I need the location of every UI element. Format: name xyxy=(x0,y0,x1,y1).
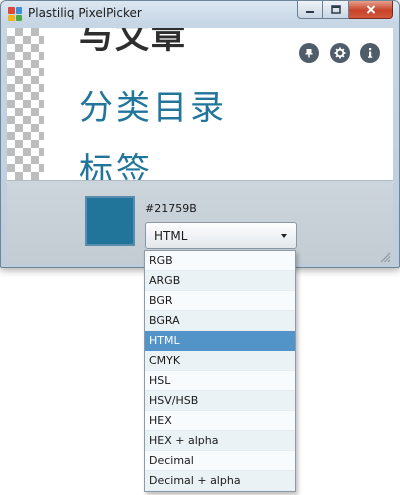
window-title: Plastiliq PixelPicker xyxy=(28,6,142,20)
pin-icon xyxy=(305,49,313,58)
magnified-text-line: 与文章 xyxy=(79,28,187,57)
magnified-text-line: 分类目录 xyxy=(79,88,227,128)
format-option[interactable]: HSV/HSB xyxy=(145,391,295,411)
format-option[interactable]: Decimal xyxy=(145,451,295,471)
app-window: Plastiliq PixelPicker 与文章 分类目录 标签 #21759… xyxy=(0,0,400,268)
format-option-selected[interactable]: HTML xyxy=(145,331,295,351)
resize-grip-icon[interactable] xyxy=(379,251,391,263)
format-select-value: HTML xyxy=(154,228,188,243)
format-option[interactable]: RGB xyxy=(145,251,295,271)
maximize-icon xyxy=(330,5,341,14)
close-icon xyxy=(366,5,375,14)
gear-icon xyxy=(334,47,346,59)
info-icon xyxy=(368,48,373,58)
magnifier-view[interactable]: 与文章 分类目录 标签 #21759B HTML xyxy=(7,28,393,264)
title-bar[interactable]: Plastiliq PixelPicker xyxy=(1,1,399,27)
minimize-button[interactable] xyxy=(297,1,323,19)
format-option[interactable]: HEX xyxy=(145,411,295,431)
format-dropdown-list: RGB ARGB BGR BGRA HTML CMYK HSL HSV/HSB … xyxy=(144,250,296,492)
chevron-down-icon xyxy=(281,234,287,238)
caption-buttons xyxy=(297,1,393,20)
pin-button[interactable] xyxy=(299,43,319,63)
minimize-icon xyxy=(306,10,314,13)
transparency-checkerboard xyxy=(7,28,44,180)
format-option[interactable]: BGRA xyxy=(145,311,295,331)
format-option[interactable]: BGR xyxy=(145,291,295,311)
format-select[interactable]: HTML xyxy=(145,222,297,249)
app-logo-icon xyxy=(8,7,22,21)
format-option[interactable]: ARGB xyxy=(145,271,295,291)
format-option[interactable]: CMYK xyxy=(145,351,295,371)
format-option[interactable]: HEX + alpha xyxy=(145,431,295,451)
info-button[interactable] xyxy=(360,43,380,63)
format-option[interactable]: HSL xyxy=(145,371,295,391)
color-swatch xyxy=(85,196,135,246)
settings-button[interactable] xyxy=(330,43,350,63)
color-value-text[interactable]: #21759B xyxy=(145,202,197,215)
format-option[interactable]: Decimal + alpha xyxy=(145,471,295,491)
maximize-button[interactable] xyxy=(323,1,349,19)
close-button[interactable] xyxy=(349,1,393,19)
